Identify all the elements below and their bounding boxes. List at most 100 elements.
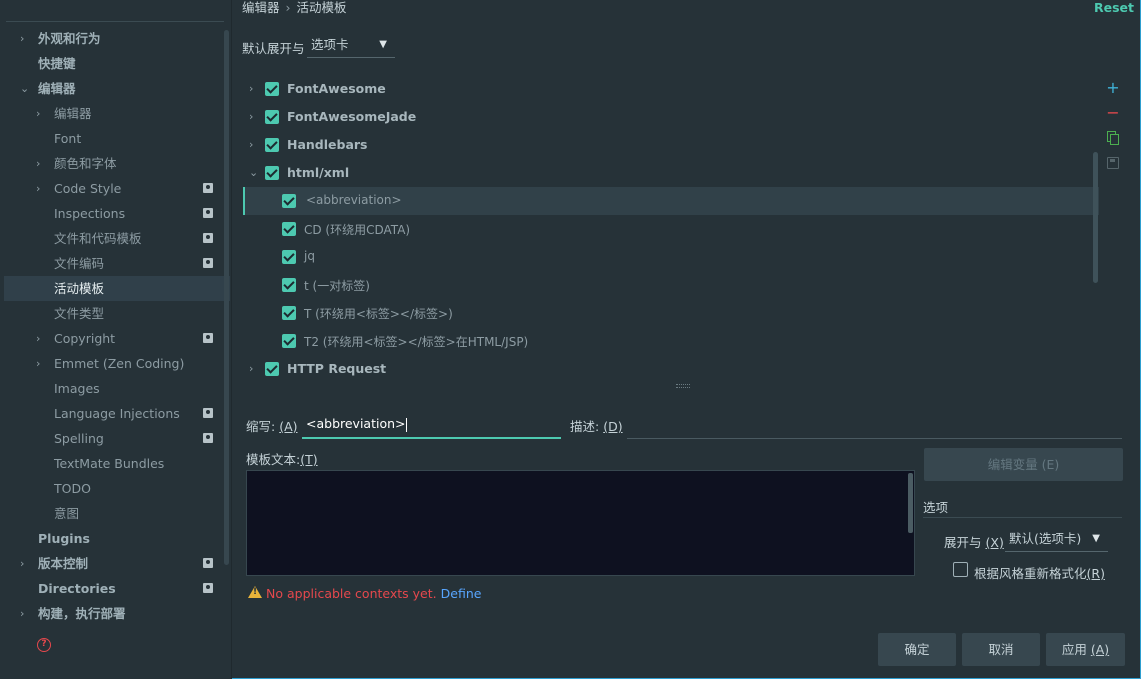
reformat-mnemonic: (R): [1086, 566, 1105, 581]
enabled-checkbox[interactable]: [265, 166, 279, 180]
chevron-right-icon[interactable]: ›: [36, 351, 46, 376]
enabled-checkbox[interactable]: [265, 82, 279, 96]
enabled-checkbox[interactable]: [282, 222, 296, 236]
template-row[interactable]: <abbreviation>: [243, 187, 1099, 215]
reset-link[interactable]: Reset: [1094, 0, 1134, 15]
splitter-handle[interactable]: [676, 384, 690, 388]
sidebar-item-label: Font: [54, 131, 82, 146]
abbreviation-input[interactable]: <abbreviation>: [302, 411, 561, 439]
sidebar-item-文件类型[interactable]: 文件类型: [4, 301, 230, 326]
template-group-row[interactable]: › HTTP Request: [243, 355, 1099, 383]
sidebar-item-版本控制[interactable]: › 版本控制: [4, 551, 230, 576]
template-row[interactable]: T (环绕用<标签></标签>): [243, 299, 1099, 327]
sidebar-item-文件编码[interactable]: 文件编码: [4, 251, 230, 276]
sidebar-scrollbar[interactable]: [224, 30, 229, 565]
sidebar-item-快捷键[interactable]: 快捷键: [4, 51, 230, 76]
project-settings-icon: [203, 408, 213, 418]
sidebar-item-plugins[interactable]: Plugins: [4, 526, 230, 551]
enabled-checkbox[interactable]: [265, 138, 279, 152]
chevron-down-icon[interactable]: ⌄: [20, 76, 30, 101]
chevron-down-icon[interactable]: ⌄: [249, 166, 258, 179]
project-settings-icon: [203, 233, 213, 243]
chevron-right-icon[interactable]: ›: [20, 551, 30, 576]
enabled-checkbox[interactable]: [282, 334, 296, 348]
reformat-checkbox[interactable]: [953, 562, 968, 577]
sidebar-item-意图[interactable]: 意图: [4, 501, 230, 526]
enabled-checkbox[interactable]: [282, 250, 296, 264]
abbreviation-label: 缩写: (A): [246, 419, 298, 434]
apply-button[interactable]: 应用 (A): [1046, 633, 1125, 666]
enabled-checkbox[interactable]: [265, 362, 279, 376]
enabled-checkbox[interactable]: [265, 110, 279, 124]
template-text-mnemonic: (T): [300, 452, 318, 467]
sidebar-item-spelling[interactable]: Spelling: [4, 426, 230, 451]
template-group-row[interactable]: › FontAwesomeJade: [243, 103, 1099, 131]
template-group-row[interactable]: › Handlebars: [243, 131, 1099, 159]
warning-message: No applicable contexts yet. Define: [266, 586, 481, 601]
template-group-label: HTTP Request: [287, 361, 387, 376]
cancel-button[interactable]: 取消: [962, 633, 1040, 666]
chevron-right-icon[interactable]: ›: [36, 176, 46, 201]
chevron-right-icon[interactable]: ›: [249, 362, 253, 375]
sidebar-item-copyright[interactable]: › Copyright: [4, 326, 230, 351]
template-row[interactable]: t (一对标签): [243, 271, 1099, 299]
enabled-checkbox[interactable]: [282, 306, 296, 320]
reformat-label[interactable]: 根据风格重新格式化(R): [974, 563, 1105, 582]
editor-scrollbar[interactable]: [908, 473, 913, 533]
sidebar-item-构建-执行部署[interactable]: › 构建，执行部署: [4, 601, 230, 626]
sidebar-item-文件和代码模板[interactable]: 文件和代码模板: [4, 226, 230, 251]
sidebar-item-颜色和字体[interactable]: › 颜色和字体: [4, 151, 230, 176]
sidebar-item-编辑器[interactable]: › 编辑器: [4, 101, 230, 126]
template-group-row[interactable]: › FontAwesome: [243, 75, 1099, 103]
copy-icon[interactable]: [1107, 131, 1119, 145]
sidebar-item-inspections[interactable]: Inspections: [4, 201, 230, 226]
template-row[interactable]: T2 (环绕用<标签></标签>在HTML/JSP): [243, 327, 1099, 355]
sidebar-item-images[interactable]: Images: [4, 376, 230, 401]
template-group-label: FontAwesome: [287, 81, 386, 96]
sidebar-item-code-style[interactable]: › Code Style: [4, 176, 230, 201]
save-icon[interactable]: [1107, 157, 1119, 169]
template-group-row[interactable]: ⌄ html/xml: [243, 159, 1099, 187]
settings-sidebar: › 外观和行为 快捷键 ⌄ 编辑器 › 编辑器 Font › 颜色和字体 › Code Style In…: [0, 0, 232, 679]
enabled-checkbox[interactable]: [282, 278, 296, 292]
chevron-right-icon[interactable]: ›: [249, 82, 253, 95]
sidebar-item-外观和行为[interactable]: › 外观和行为: [4, 26, 230, 51]
sidebar-item-textmate-bundles[interactable]: TextMate Bundles: [4, 451, 230, 476]
remove-icon[interactable]: −: [1104, 104, 1122, 122]
chevron-right-icon[interactable]: ›: [36, 101, 46, 126]
expand-with-value: 默认(选项卡): [1009, 531, 1082, 546]
project-settings-icon: [203, 333, 213, 343]
sidebar-item-编辑器[interactable]: ⌄ 编辑器: [4, 76, 230, 101]
template-text-editor[interactable]: [246, 470, 915, 576]
expand-with-label: 展开与 (X): [944, 535, 1004, 550]
template-row[interactable]: CD (环绕用CDATA): [243, 215, 1099, 243]
edit-variables-button[interactable]: 编辑变量 (E): [924, 448, 1123, 481]
expand-with-mnemonic: (X): [985, 535, 1004, 550]
chevron-right-icon[interactable]: ›: [36, 151, 46, 176]
define-link[interactable]: Define: [441, 586, 482, 601]
sidebar-item-label: 构建，执行部署: [38, 606, 126, 621]
sidebar-item-emmet-zen-coding[interactable]: › Emmet (Zen Coding): [4, 351, 230, 376]
sidebar-item-todo[interactable]: TODO: [4, 476, 230, 501]
template-row[interactable]: jq: [243, 243, 1099, 271]
help-icon[interactable]: ?: [37, 638, 51, 652]
chevron-right-icon[interactable]: ›: [20, 26, 30, 51]
breadcrumb-parent[interactable]: 编辑器: [242, 0, 280, 15]
chevron-right-icon[interactable]: ›: [249, 138, 253, 151]
tree-scrollbar[interactable]: [1093, 152, 1098, 283]
chevron-right-icon[interactable]: ›: [20, 601, 30, 626]
default-expand-select[interactable]: 选项卡 ▼: [307, 34, 395, 58]
sidebar-item-directories[interactable]: Directories: [4, 576, 230, 601]
sidebar-item-language-injections[interactable]: Language Injections: [4, 401, 230, 426]
expand-with-select[interactable]: 默认(选项卡) ▼: [1005, 528, 1108, 552]
ok-button[interactable]: 确定: [878, 633, 956, 666]
sidebar-item-活动模板[interactable]: 活动模板: [4, 276, 230, 301]
enabled-checkbox[interactable]: [282, 194, 296, 208]
add-icon[interactable]: +: [1104, 79, 1122, 97]
sidebar-item-font[interactable]: Font: [4, 126, 230, 151]
sidebar-item-label: Inspections: [54, 206, 126, 221]
description-input[interactable]: [627, 412, 1122, 439]
chevron-right-icon[interactable]: ›: [249, 110, 253, 123]
template-label: jq: [304, 249, 315, 263]
chevron-right-icon[interactable]: ›: [36, 326, 46, 351]
